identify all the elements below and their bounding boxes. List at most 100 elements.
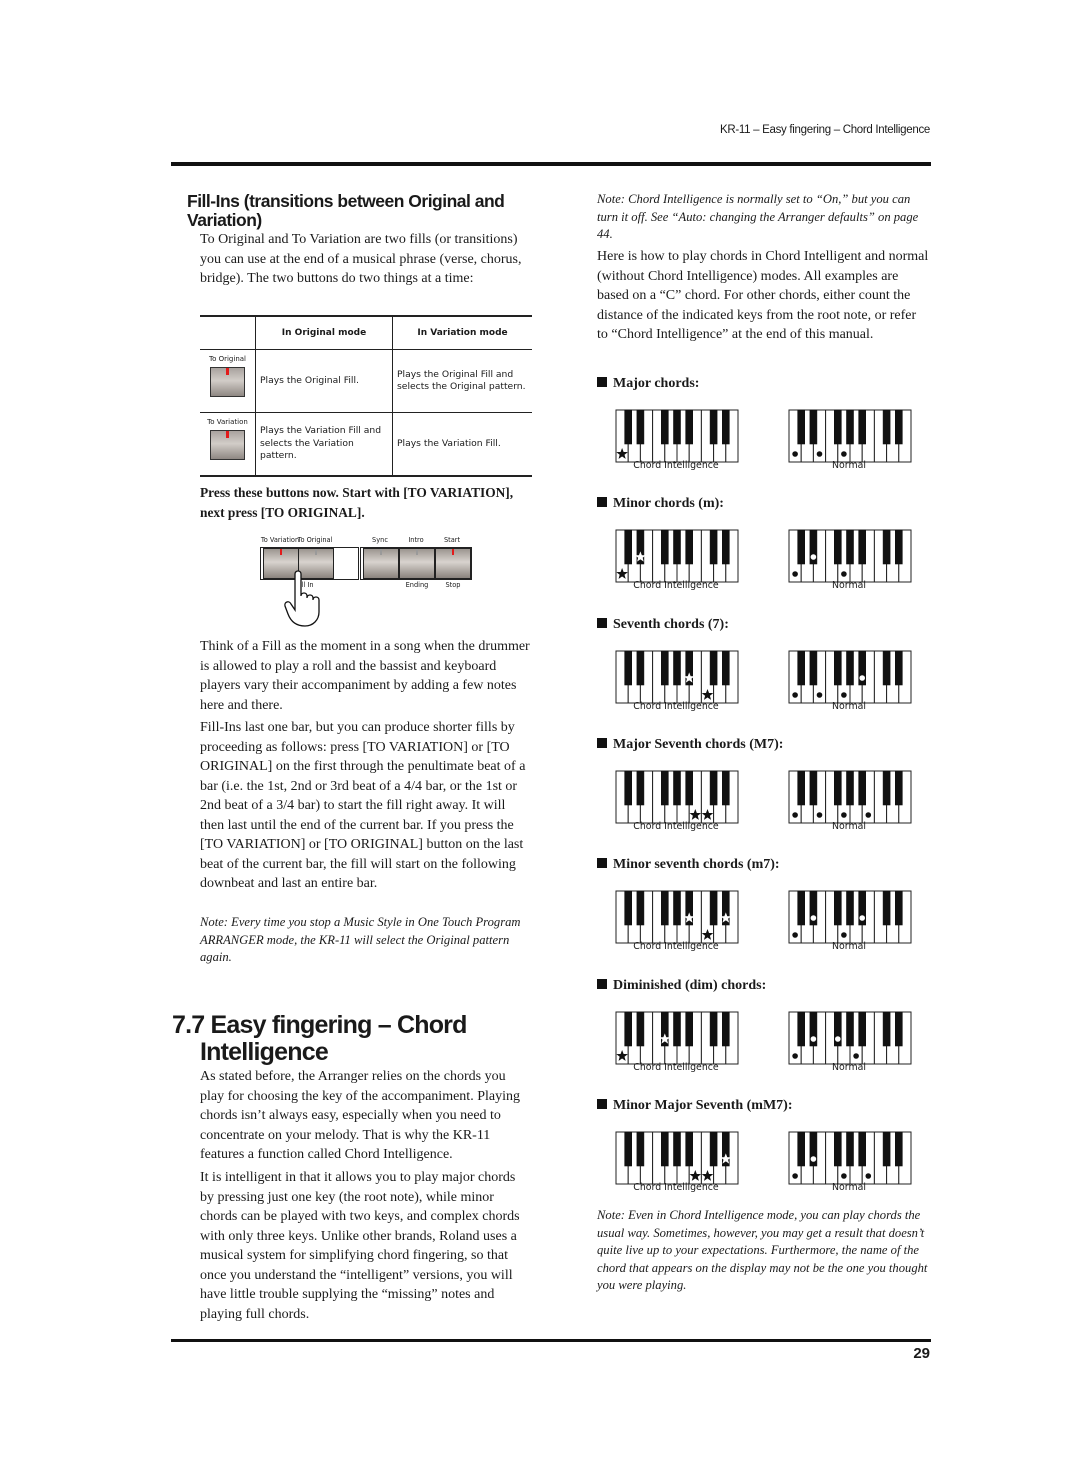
arranger-paragraph: As stated before, the Arranger relies on… — [200, 1069, 520, 1162]
stop-label: Stop — [445, 581, 461, 589]
black-key-Cs — [797, 650, 805, 685]
black-key-Ds — [809, 650, 818, 685]
dot-marker-icon-G — [841, 932, 847, 938]
black-key-As — [858, 409, 866, 445]
fillins-heading: Fill-Ins (transitions between Original a… — [187, 192, 537, 230]
caption-chord-intelligence: Chord Intelligence — [633, 580, 719, 592]
black-key-Cs2 — [882, 890, 891, 926]
keyboard-normal — [788, 409, 912, 463]
caption-chord-intelligence: Chord Intelligence — [633, 700, 719, 712]
panel-button-intro[interactable] — [399, 548, 435, 579]
black-key-Cs — [797, 409, 805, 445]
black-key-Cs — [797, 890, 805, 926]
square-bullet-icon — [597, 978, 607, 989]
black-key-As — [858, 770, 866, 806]
black-key-Cs — [797, 1131, 805, 1167]
fillins-length-paragraph: Fill-Ins last one bar, but you can produ… — [200, 720, 526, 891]
black-key-As — [685, 529, 693, 565]
keyboard-chord-intelligence — [615, 1131, 739, 1185]
square-bullet-icon — [597, 617, 607, 628]
black-key-As — [685, 770, 693, 806]
black-key-Ds2 — [895, 770, 903, 806]
dot-marker-icon-E — [816, 691, 823, 698]
black-key-Gs — [846, 1131, 854, 1167]
black-key-As — [858, 1131, 866, 1167]
panel-button-start[interactable] — [435, 548, 471, 579]
variation-mode-cell: Plays the Variation Fill. — [392, 412, 532, 477]
black-key-As — [685, 1011, 693, 1046]
led-icon — [226, 368, 229, 375]
dot-marker-icon-Ds — [810, 915, 817, 921]
black-key-Ds — [636, 409, 645, 445]
variation-mode-cell: Plays the Original Fill and selects the … — [392, 349, 532, 413]
dot-marker-icon-Ds — [810, 1035, 817, 1042]
square-bullet-icon — [597, 497, 607, 508]
black-key-Gs — [673, 1011, 681, 1046]
panel-button-sync[interactable] — [363, 548, 399, 579]
chord-heading: Minor seventh chords (m7): — [597, 857, 780, 873]
dot-marker-icon-G — [841, 571, 847, 578]
fill-explanation: Think of a Fill as the moment in a song … — [200, 639, 530, 713]
dot-marker-icon-C — [792, 451, 798, 457]
original-mode-cell: Plays the Variation Fill and selects the… — [255, 412, 393, 477]
black-key-Ds — [636, 1131, 645, 1167]
keyboard-chord-intelligence — [615, 529, 739, 583]
black-key-Ds — [809, 770, 818, 806]
panel-label: Intro — [408, 536, 424, 544]
page-number: 29 — [913, 1345, 930, 1362]
black-key-Cs — [797, 529, 805, 565]
dot-marker-icon-Ds — [810, 554, 817, 561]
fillins-heading-line2: Variation) — [187, 210, 262, 230]
black-key-Cs2 — [709, 770, 718, 806]
arranger-panel-illustration: To Variation To Original Sync Intro Start Fi… — [255, 536, 480, 627]
dot-marker-icon-C — [792, 1172, 798, 1179]
black-key-Fs — [660, 770, 669, 806]
table-header-blank — [200, 316, 256, 350]
black-key-Cs2 — [882, 529, 891, 565]
dot-marker-icon-G — [841, 812, 847, 818]
black-key-Cs2 — [882, 650, 891, 685]
dot-marker-icon-Ds — [810, 1155, 817, 1162]
led-icon — [380, 549, 382, 555]
black-key-Gs — [846, 1011, 854, 1046]
keyboard-chord-intelligence — [615, 1011, 739, 1064]
black-key-Cs2 — [882, 770, 891, 806]
chord-title: Seventh chords (7): — [613, 616, 729, 632]
black-key-Fs — [660, 890, 669, 926]
black-key-Ds2 — [722, 409, 730, 445]
black-key-Fs — [660, 529, 669, 565]
black-key-Gs — [846, 890, 854, 926]
led-icon — [226, 431, 229, 438]
black-key-Ds2 — [895, 650, 903, 685]
black-key-Ds2 — [895, 1131, 903, 1167]
black-key-Gs — [673, 770, 681, 806]
black-key-Ds — [636, 650, 645, 685]
black-key-Cs2 — [709, 890, 718, 926]
panel-label: Sync — [372, 536, 388, 544]
chord-title: Diminished (dim) chords: — [613, 977, 767, 993]
black-key-Cs — [624, 1131, 632, 1167]
black-key-Cs2 — [882, 1131, 891, 1167]
table-header-original: In Original mode — [255, 316, 393, 350]
table-row: To Original Plays the Original Fill. Pla… — [200, 349, 532, 413]
black-key-As — [858, 529, 866, 565]
black-key-Ds2 — [895, 529, 903, 565]
black-key-Gs — [673, 890, 681, 926]
led-icon — [452, 549, 454, 555]
led-icon — [416, 549, 418, 555]
original-mode-cell: Plays the Original Fill. — [255, 349, 393, 413]
keyboard-normal — [788, 529, 912, 583]
chord-title: Major chords: — [613, 376, 700, 391]
black-key-Cs — [624, 409, 632, 445]
dot-marker-icon-C — [792, 932, 798, 938]
dot-marker-icon-G — [841, 451, 847, 457]
black-key-Ds2 — [895, 1011, 903, 1046]
ending-label: Ending — [405, 581, 429, 589]
black-key-Fs — [833, 770, 842, 806]
caption-chord-intelligence: Chord Intelligence — [633, 1181, 719, 1193]
to-variation-button-image — [210, 430, 245, 460]
square-bullet-icon — [597, 858, 607, 869]
chord-heading: Minor chords (m): — [597, 496, 724, 512]
section-title-line2: Intelligence — [200, 1038, 329, 1066]
to-original-cell: To Original — [200, 349, 256, 413]
